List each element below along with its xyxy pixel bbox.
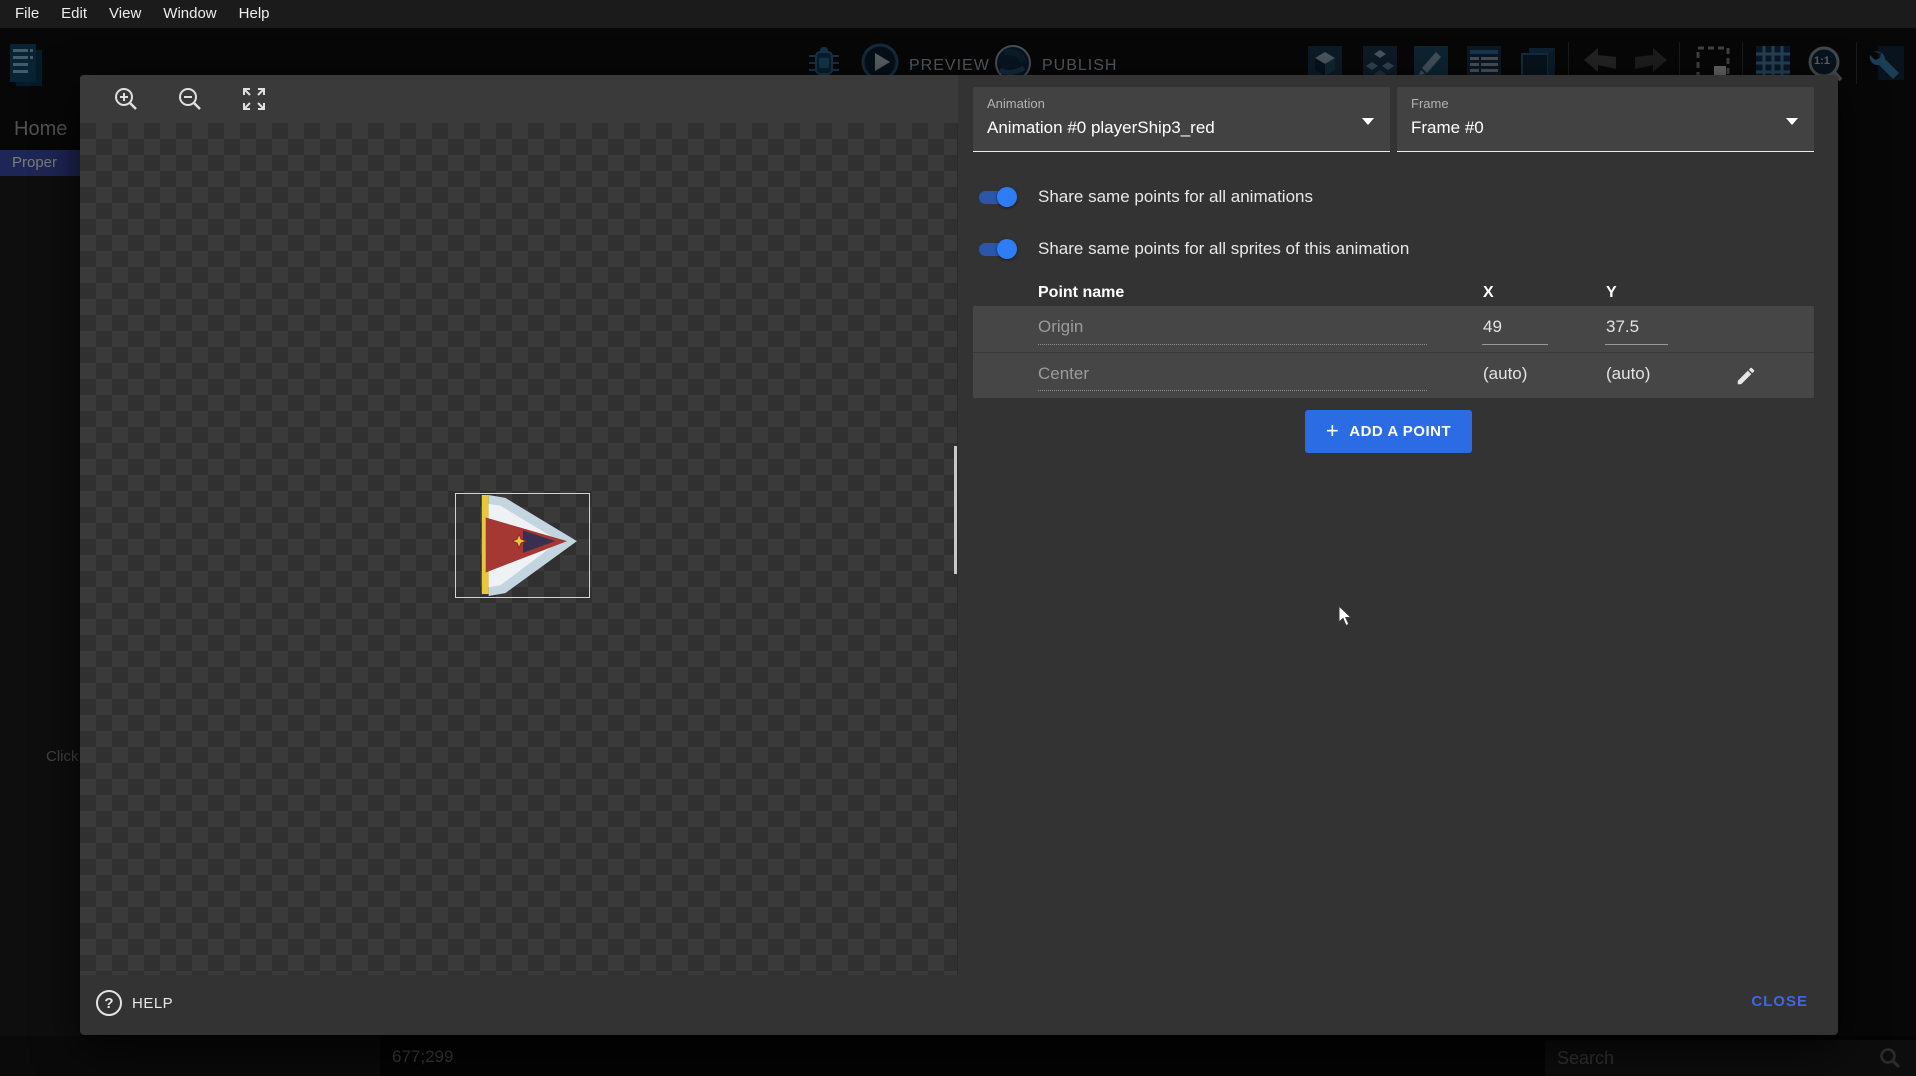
dialog-footer: ? HELP CLOSE xyxy=(80,975,1838,1035)
add-a-point-label: ADD A POINT xyxy=(1349,423,1451,440)
share-points-all-animations-label: Share same points for all animations xyxy=(1038,187,1313,207)
point-x-underline xyxy=(1482,344,1548,345)
table-row-origin: Origin 49 37.5 xyxy=(973,306,1814,352)
fit-to-screen-icon[interactable] xyxy=(240,85,268,113)
frame-select[interactable]: Frame Frame #0 xyxy=(1397,87,1814,152)
column-header-y: Y xyxy=(1606,284,1617,302)
point-name-field: Center xyxy=(1038,364,1089,384)
column-header-point-name: Point name xyxy=(1038,284,1124,302)
add-a-point-button[interactable]: + ADD A POINT xyxy=(1305,410,1472,453)
help-button[interactable]: ? HELP xyxy=(96,987,173,1019)
points-table: Origin 49 37.5 Center (auto) (auto) xyxy=(973,306,1814,398)
frame-select-value: Frame #0 xyxy=(1411,118,1814,138)
menu-window[interactable]: Window xyxy=(152,0,227,28)
point-x-field[interactable]: 49 xyxy=(1483,317,1502,337)
point-y-field[interactable]: 37.5 xyxy=(1606,317,1639,337)
animation-select[interactable]: Animation Animation #0 playerShip3_red xyxy=(973,87,1390,152)
chevron-down-icon xyxy=(1786,118,1798,125)
menu-help[interactable]: Help xyxy=(228,0,281,28)
animation-select-value: Animation #0 playerShip3_red xyxy=(987,118,1390,138)
zoom-in-icon[interactable] xyxy=(112,85,140,113)
column-header-x: X xyxy=(1483,284,1494,302)
point-y-field[interactable]: (auto) xyxy=(1606,364,1650,384)
points-table-header: Point name X Y xyxy=(973,284,1814,306)
point-x-field[interactable]: (auto) xyxy=(1483,364,1527,384)
pencil-icon xyxy=(1735,365,1757,387)
share-points-all-sprites-toggle[interactable] xyxy=(975,238,1019,260)
chevron-down-icon xyxy=(1362,118,1374,125)
point-name-underline xyxy=(1038,390,1427,391)
table-row-center: Center (auto) (auto) xyxy=(973,352,1814,398)
point-y-underline xyxy=(1605,344,1668,345)
panel-scrollbar-thumb[interactable] xyxy=(954,446,957,574)
point-name-field: Origin xyxy=(1038,317,1083,337)
menu-edit[interactable]: Edit xyxy=(50,0,98,28)
edit-point-button[interactable] xyxy=(1731,361,1761,391)
point-name-underline xyxy=(1038,344,1427,345)
sprite-canvas[interactable] xyxy=(80,75,958,975)
canvas-toolbar xyxy=(80,75,958,123)
close-button[interactable]: CLOSE xyxy=(1751,993,1808,1010)
sprite-frame[interactable] xyxy=(455,493,590,598)
menu-bar: File Edit View Window Help xyxy=(0,0,1916,28)
mouse-cursor xyxy=(1338,605,1354,627)
points-panel: Animation Animation #0 playerShip3_red F… xyxy=(973,75,1814,975)
player-ship-sprite xyxy=(456,494,589,597)
edit-points-dialog: Animation Animation #0 playerShip3_red F… xyxy=(80,75,1838,1035)
menu-view[interactable]: View xyxy=(98,0,152,28)
plus-icon: + xyxy=(1326,420,1339,442)
menu-file[interactable]: File xyxy=(4,0,50,28)
zoom-out-icon[interactable] xyxy=(176,85,204,113)
animation-select-label: Animation xyxy=(987,96,1390,111)
help-label: HELP xyxy=(132,995,173,1012)
share-points-all-sprites-label: Share same points for all sprites of thi… xyxy=(1038,239,1409,259)
help-question-icon: ? xyxy=(96,990,122,1016)
frame-select-label: Frame xyxy=(1411,96,1814,111)
share-points-all-animations-toggle[interactable] xyxy=(975,186,1019,208)
